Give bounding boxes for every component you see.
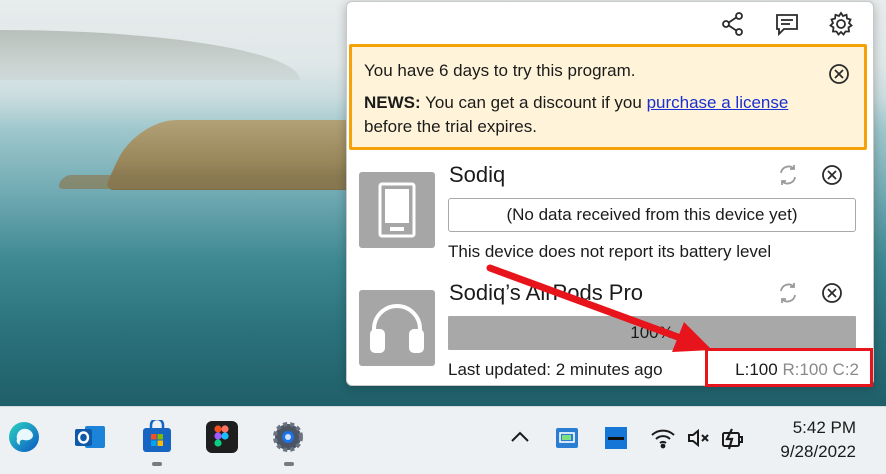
settings-gear-icon[interactable] [827, 10, 855, 38]
headphones-icon [359, 290, 435, 366]
battery-level-bar: 100% [448, 316, 856, 350]
app-tray-icon[interactable] [603, 425, 629, 451]
panel-toolbar [719, 10, 855, 38]
taskbar: 5:42 PM 9/28/2022 [0, 406, 886, 474]
phone-icon [359, 172, 435, 248]
wifi-icon[interactable] [650, 427, 676, 449]
device-card-sodiq: Sodiq (No data received from this device… [359, 160, 859, 261]
device-footer-text: This device does not report its battery … [448, 242, 772, 261]
settings-app-icon[interactable] [270, 419, 306, 455]
device-actions [777, 164, 843, 191]
device-name: Sodiq’s AirPods Pro [449, 280, 644, 305]
volume-muted-icon[interactable] [686, 427, 712, 449]
close-circle-icon [822, 283, 842, 303]
news-label: NEWS: [364, 93, 421, 112]
news-text: NEWS: You can get a discount if you purc… [364, 91, 850, 139]
trial-notice: You have 6 days to try this program. NEW… [349, 44, 867, 150]
battery-app-tray-icon[interactable] [554, 425, 580, 451]
taskbar-clock[interactable]: 5:42 PM 9/28/2022 [780, 416, 856, 464]
last-updated-text: Last updated: 2 minutes ago [448, 360, 663, 379]
purchase-license-link[interactable]: purchase a license [647, 93, 789, 112]
running-indicator [152, 462, 162, 466]
figma-icon[interactable] [204, 419, 240, 455]
close-circle-icon [822, 165, 842, 185]
refresh-icon[interactable] [777, 282, 799, 309]
clock-date: 9/28/2022 [780, 442, 856, 461]
refresh-icon[interactable] [777, 164, 799, 191]
clock-time: 5:42 PM [792, 418, 856, 437]
wallpaper-shore [55, 175, 365, 189]
remove-device-button[interactable] [821, 282, 843, 309]
outlook-icon[interactable] [72, 419, 108, 455]
feedback-icon[interactable] [773, 10, 801, 38]
running-indicator [284, 462, 294, 466]
battery-charging-icon[interactable] [720, 427, 746, 451]
microsoft-store-icon[interactable] [139, 419, 175, 455]
device-name: Sodiq [449, 162, 506, 187]
trial-days-text: You have 6 days to try this program. [364, 61, 636, 80]
wallpaper-hills [0, 30, 300, 80]
device-status-box: (No data received from this device yet) [448, 198, 856, 232]
close-circle-icon [829, 64, 849, 84]
battery-panel: You have 6 days to try this program. NEW… [346, 1, 874, 386]
news-tail: before the trial expires. [364, 117, 537, 136]
annotation-highlight-box [705, 348, 873, 387]
news-body: You can get a discount if you [425, 93, 642, 112]
show-hidden-icons-chevron-icon[interactable] [508, 427, 532, 447]
device-actions [777, 282, 843, 309]
share-icon[interactable] [719, 10, 747, 38]
edge-icon[interactable] [6, 419, 42, 455]
close-notice-button[interactable] [828, 63, 850, 90]
remove-device-button[interactable] [821, 164, 843, 191]
